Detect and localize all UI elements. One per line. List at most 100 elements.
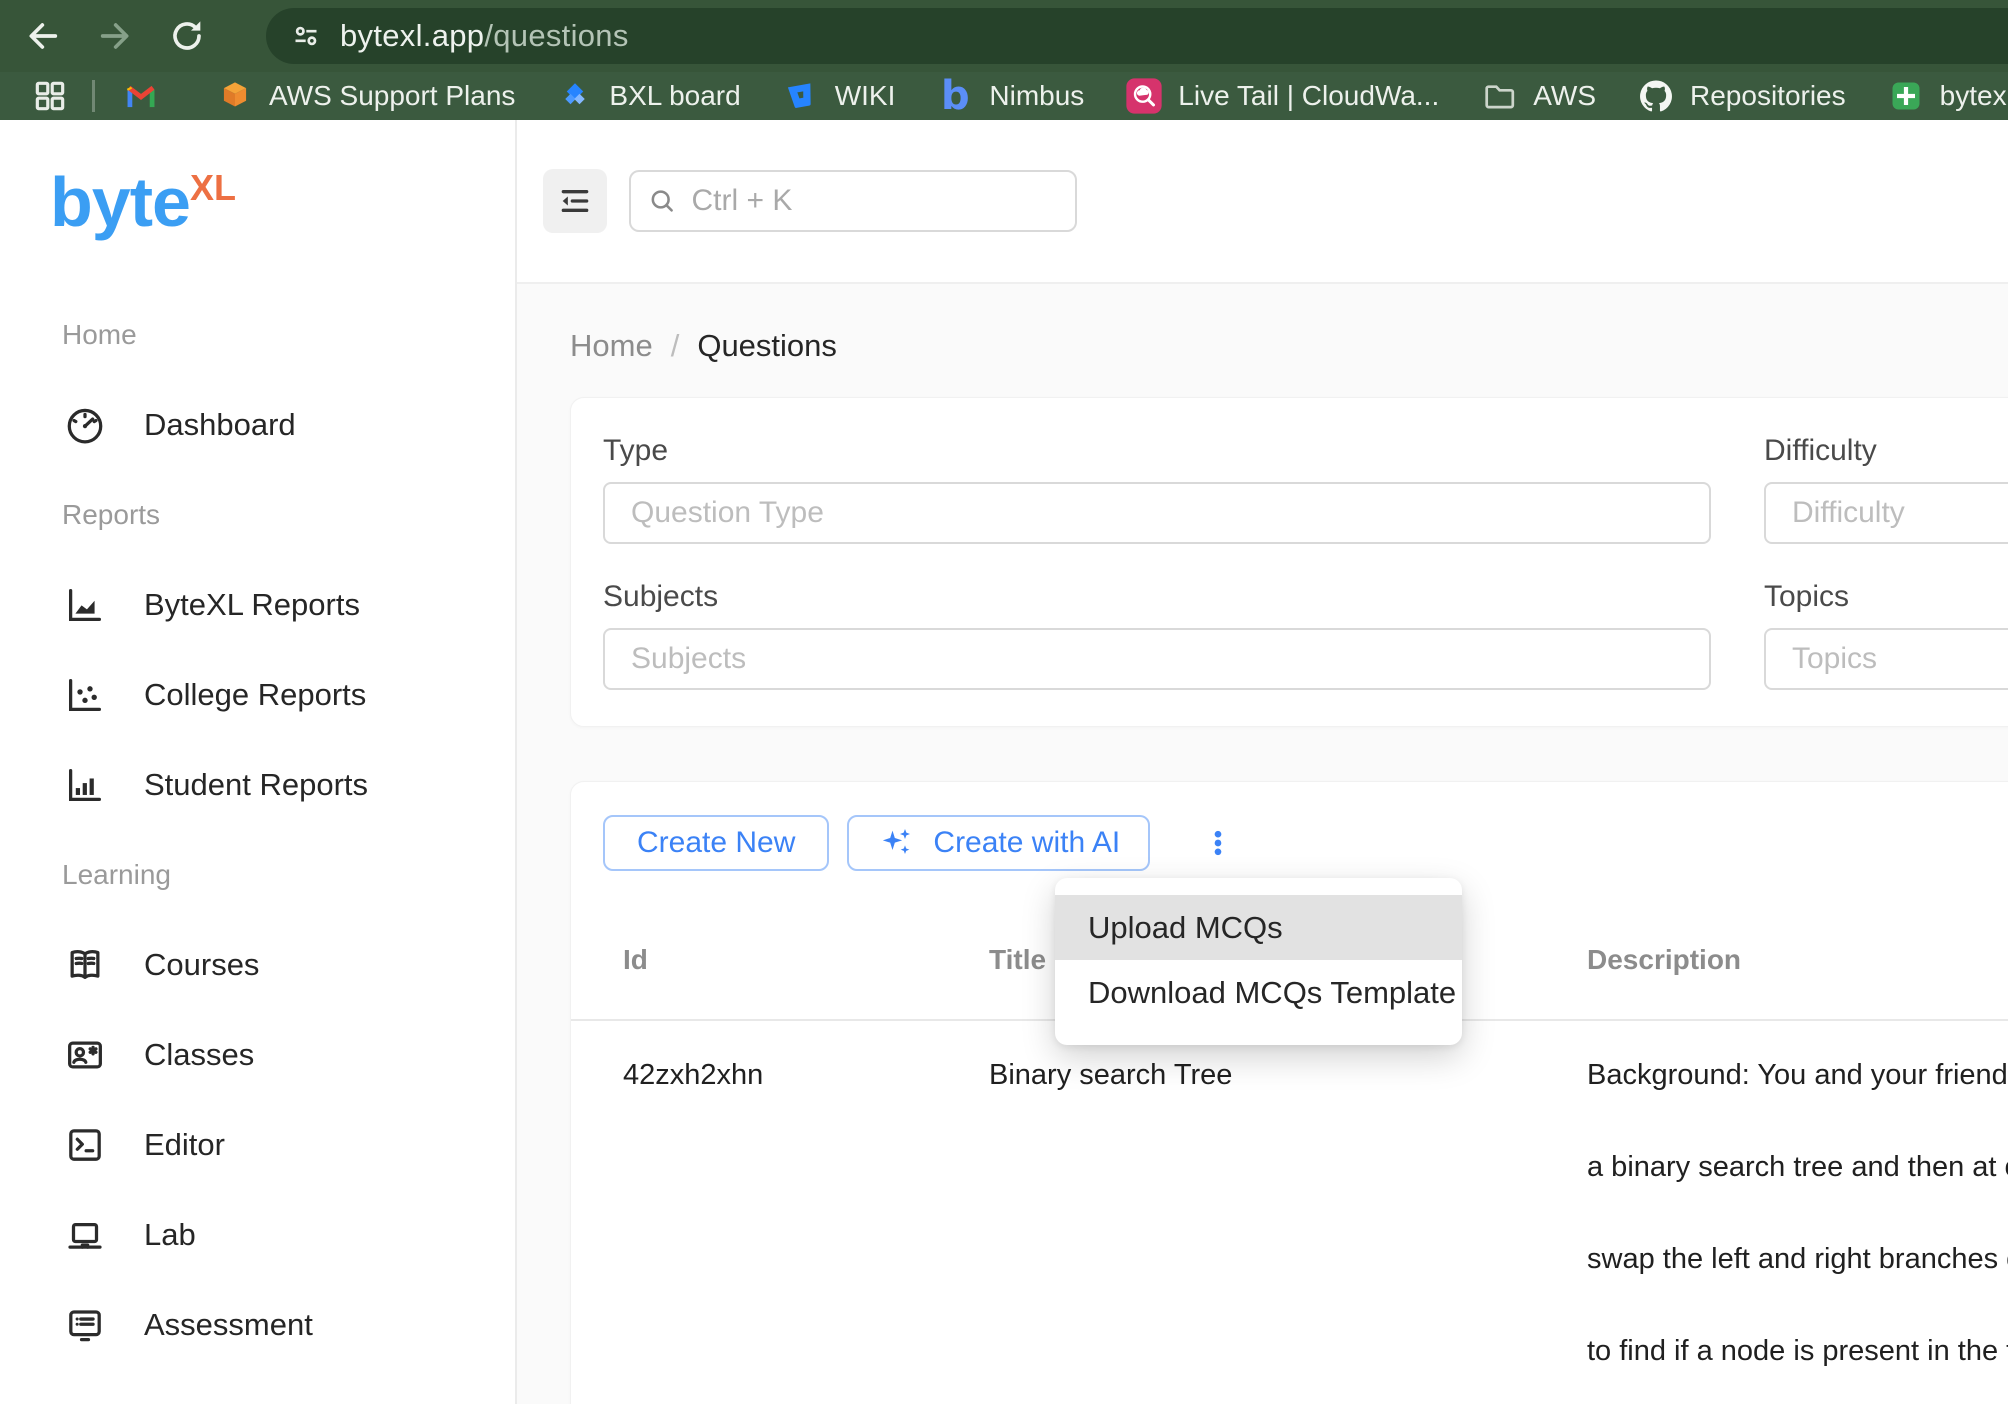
cell-id: 42zxh2xhn [571, 1021, 967, 1121]
sidebar-item-label: Assessment [144, 1307, 313, 1343]
bookmark-label: bytexl.app Feedba... [1940, 80, 2008, 112]
bookmarks-separator [92, 80, 95, 112]
questions-table-card: Create New Create with AI Id Title Descr… [570, 781, 2008, 1404]
logo-byte-text: byte [50, 163, 190, 241]
site-settings-icon[interactable] [288, 18, 324, 54]
breadcrumb: Home / Questions [570, 328, 2008, 364]
filter-subjects: Subjects [603, 580, 1711, 690]
app-topbar [517, 120, 2008, 284]
nimbus-icon: b [935, 76, 975, 116]
sidebar-item-assessment[interactable]: Assessment [62, 1280, 515, 1370]
subjects-input[interactable] [603, 628, 1711, 690]
description-line: a binary search tree and then at oc [1587, 1121, 2008, 1213]
create-new-button[interactable]: Create New [603, 815, 829, 871]
sheets-icon [1886, 76, 1926, 116]
bookmark-aws-support-plans[interactable]: AWS Support Plans [215, 76, 515, 116]
reload-button[interactable] [164, 13, 210, 59]
jira-icon [555, 76, 595, 116]
dashboard-gauge-icon [62, 402, 108, 448]
sidebar-item-label: College Reports [144, 677, 366, 713]
create-with-ai-button[interactable]: Create with AI [847, 815, 1150, 871]
filter-difficulty: Difficulty [1764, 434, 2008, 544]
bookmark-wiki[interactable]: WIKI [781, 76, 896, 116]
url-bar[interactable]: bytexl.app/questions [266, 8, 2008, 64]
breadcrumb-separator: / [671, 328, 680, 364]
search-input[interactable] [689, 183, 1059, 219]
page-content: Home / Questions Type Difficulty Sub [517, 284, 2008, 1404]
sidebar-item-label: Classes [144, 1037, 254, 1073]
aws-box-icon [215, 76, 255, 116]
sidebar-item-classes[interactable]: Classes [62, 1010, 515, 1100]
apps-grid-icon[interactable] [30, 76, 70, 116]
column-header-id: Id [571, 944, 967, 976]
terminal-icon [62, 1122, 108, 1168]
sidebar: byteXL Home Dashboard Reports ByteXL Rep… [0, 120, 517, 1404]
github-icon [1636, 76, 1676, 116]
sidebar-section-learning: Learning [62, 830, 515, 920]
sidebar-item-label: Courses [144, 947, 259, 983]
bookmark-label: Repositories [1690, 80, 1846, 112]
sidebar-nav: Home Dashboard Reports ByteXL Reports Co… [0, 290, 515, 1370]
back-button[interactable] [20, 13, 66, 59]
sidebar-item-courses[interactable]: Courses [62, 920, 515, 1010]
url-path: /questions [484, 18, 628, 53]
sidebar-item-label: Editor [144, 1127, 225, 1163]
table-row[interactable]: 42zxh2xhn Binary search Tree Background:… [571, 1021, 2008, 1397]
sidebar-section-reports: Reports [62, 470, 515, 560]
cell-description: Background: You and your friend a a bina… [1567, 1021, 2008, 1397]
topics-label: Topics [1764, 580, 2008, 614]
sidebar-item-college-reports[interactable]: College Reports [62, 650, 515, 740]
kebab-menu-icon [1202, 823, 1234, 863]
sparkles-icon [877, 823, 917, 863]
bookmark-live-tail-cloudwatch[interactable]: Live Tail | CloudWa... [1124, 76, 1439, 116]
create-with-ai-label: Create with AI [933, 826, 1120, 860]
reload-icon [167, 16, 207, 56]
bookmark-repositories[interactable]: Repositories [1636, 76, 1846, 116]
menu-item-download-mcqs-template[interactable]: Download MCQs Template [1055, 960, 1462, 1025]
gmail-icon [121, 76, 161, 116]
sidebar-item-label: Student Reports [144, 767, 368, 803]
url-host: bytexl.app [340, 18, 484, 53]
sidebar-item-label: ByteXL Reports [144, 587, 360, 623]
breadcrumb-home-link[interactable]: Home [570, 328, 653, 364]
logo-xl-text: XL [190, 167, 236, 208]
url-text: bytexl.app/questions [340, 18, 629, 54]
main-area: Home / Questions Type Difficulty Sub [517, 120, 2008, 1404]
type-label: Type [603, 434, 1711, 468]
bookmarks-bar: AWS Support Plans BXL board WIKI b Nimbu… [0, 72, 2008, 120]
bookmark-label: Nimbus [989, 80, 1084, 112]
description-line: Background: You and your friend a [1587, 1029, 2008, 1121]
menu-item-upload-mcqs[interactable]: Upload MCQs [1055, 895, 1462, 960]
bookmark-aws-folder[interactable]: AWS [1479, 76, 1596, 116]
open-book-icon [62, 942, 108, 988]
breadcrumb-current-page: Questions [697, 328, 837, 364]
sidebar-item-editor[interactable]: Editor [62, 1100, 515, 1190]
filters-card: Type Difficulty Subjects Topics [570, 397, 2008, 727]
back-arrow-icon [23, 16, 63, 56]
indent-collapse-icon [555, 181, 595, 221]
cloudwatch-icon [1124, 76, 1164, 116]
browser-chrome: bytexl.app/questions AWS Support Plans B… [0, 0, 2008, 120]
sidebar-item-lab[interactable]: Lab [62, 1190, 515, 1280]
sidebar-item-bytexl-reports[interactable]: ByteXL Reports [62, 560, 515, 650]
bytexl-logo: byteXL [0, 120, 515, 290]
filter-topics: Topics [1764, 580, 2008, 690]
topics-input[interactable] [1764, 628, 2008, 690]
bookmark-nimbus[interactable]: b Nimbus [935, 76, 1084, 116]
sidebar-item-label: Lab [144, 1217, 196, 1253]
bookmark-label: Live Tail | CloudWa... [1178, 80, 1439, 112]
sidebar-collapse-button[interactable] [543, 169, 607, 233]
question-type-input[interactable] [603, 482, 1711, 544]
global-search[interactable] [629, 170, 1077, 232]
bookmark-bytexl-feedback[interactable]: bytexl.app Feedba... [1886, 76, 2008, 116]
difficulty-label: Difficulty [1764, 434, 2008, 468]
description-line: to find if a node is present in the tr [1587, 1305, 2008, 1397]
bookmark-bxl-board[interactable]: BXL board [555, 76, 740, 116]
forward-button[interactable] [92, 13, 138, 59]
difficulty-input[interactable] [1764, 482, 2008, 544]
sidebar-item-dashboard[interactable]: Dashboard [62, 380, 515, 470]
column-header-description: Description [1567, 944, 2008, 976]
sidebar-item-student-reports[interactable]: Student Reports [62, 740, 515, 830]
bookmark-gmail[interactable] [121, 76, 175, 116]
more-actions-kebab-button[interactable] [1196, 815, 1240, 871]
